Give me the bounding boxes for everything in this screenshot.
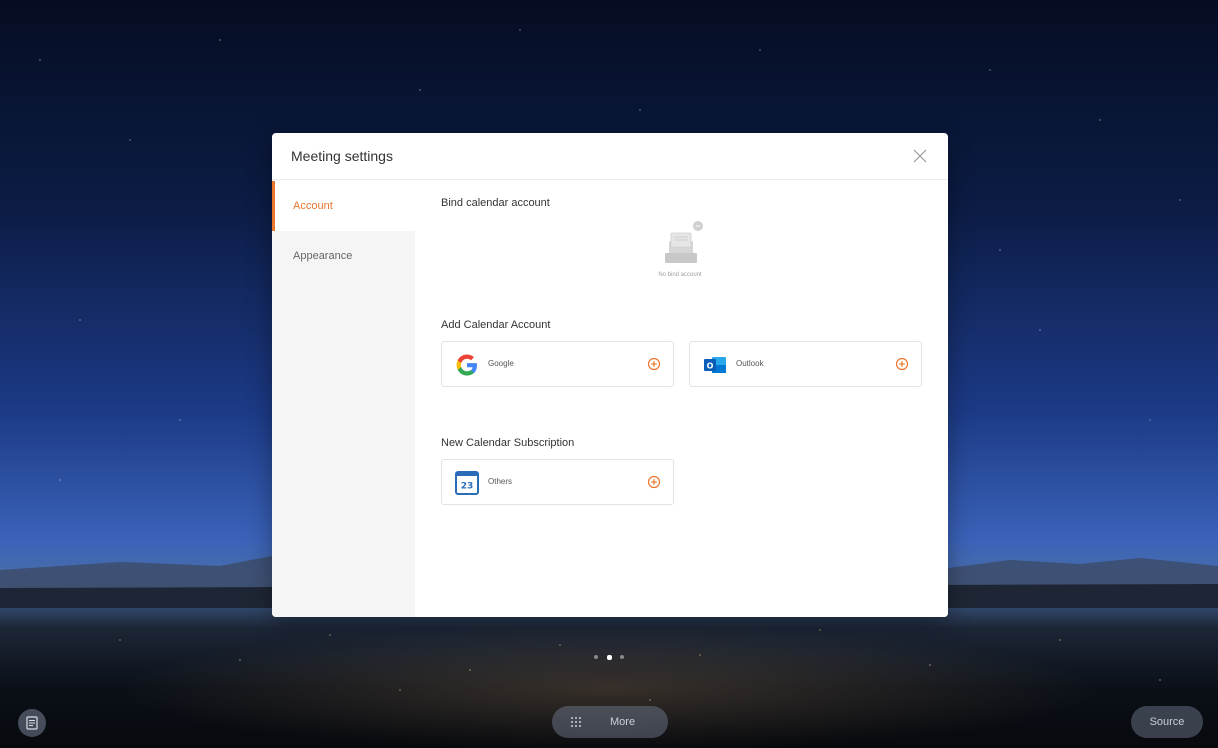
- outlook-label: Outlook: [736, 359, 764, 368]
- others-subscription-card[interactable]: 23 Others: [441, 459, 674, 505]
- page-indicator: [594, 655, 626, 661]
- calendar-23-icon: 23: [455, 471, 479, 495]
- notes-button[interactable]: [18, 709, 46, 737]
- add-circle-icon[interactable]: [895, 357, 909, 371]
- outlook-logo-icon: O: [704, 357, 726, 373]
- empty-inbox-icon: [665, 221, 703, 263]
- more-apps-button[interactable]: More: [552, 706, 668, 738]
- more-label: More: [610, 716, 636, 728]
- settings-sidebar: Account Appearance: [272, 181, 415, 617]
- bind-calendar-title: Bind calendar account: [441, 197, 550, 209]
- empty-state: No bind account: [625, 219, 735, 289]
- sidebar-item-label: Account: [293, 200, 333, 212]
- sidebar-item-label: Appearance: [293, 250, 353, 262]
- calendar-number: 23: [461, 482, 474, 492]
- outlook-account-card[interactable]: O Outlook: [689, 341, 922, 387]
- add-circle-icon[interactable]: [647, 357, 661, 371]
- notes-icon: [26, 716, 38, 730]
- page-dot-active[interactable]: [607, 655, 612, 660]
- app-grid-icon: [571, 717, 581, 727]
- dialog-header: Meeting settings: [272, 133, 948, 180]
- google-label: Google: [488, 359, 514, 368]
- add-circle-icon[interactable]: [647, 475, 661, 489]
- page-dot[interactable]: [594, 655, 598, 659]
- add-calendar-title: Add Calendar Account: [441, 319, 551, 331]
- empty-caption: No bind account: [658, 272, 702, 278]
- google-logo-icon: [456, 354, 477, 376]
- source-label: Source: [1149, 716, 1185, 728]
- close-button[interactable]: [910, 146, 930, 166]
- subscription-title: New Calendar Subscription: [441, 437, 575, 449]
- svg-text:O: O: [707, 362, 714, 371]
- sidebar-item-account[interactable]: Account: [272, 181, 415, 231]
- sidebar-item-appearance[interactable]: Appearance: [272, 231, 415, 281]
- others-label: Others: [488, 477, 513, 486]
- dialog-title: Meeting settings: [291, 148, 393, 164]
- meeting-settings-dialog: Meeting settings Account Appearance Bind…: [272, 133, 948, 617]
- source-button[interactable]: Source: [1131, 706, 1203, 738]
- close-icon: [913, 149, 927, 163]
- google-account-card[interactable]: Google: [441, 341, 674, 387]
- account-panel: Bind calendar account No bind account Ad…: [415, 181, 948, 617]
- page-dot[interactable]: [620, 655, 624, 659]
